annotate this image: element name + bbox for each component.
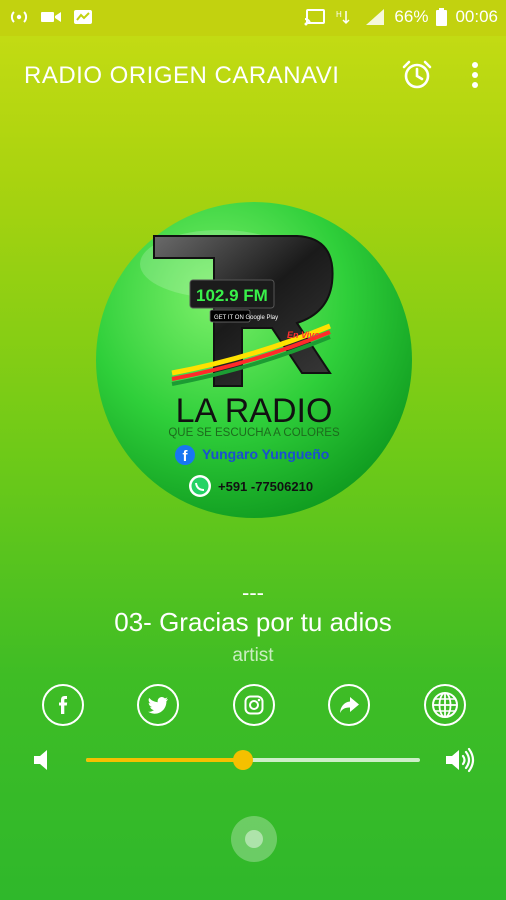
battery-percent: 66% (394, 7, 429, 26)
svg-text:H: H (336, 10, 342, 19)
track-title: 03- Gracias por tu adios (114, 607, 392, 637)
volume-slider[interactable] (86, 750, 420, 770)
app-title: RADIO ORIGEN CARANAVI (24, 62, 340, 89)
tagline-text: QUE SE ESCUCHA A COLORES (168, 427, 340, 439)
overflow-menu-icon (472, 62, 478, 88)
twitter-icon (148, 697, 168, 714)
volume-low-icon (34, 750, 47, 770)
play-button[interactable] (231, 816, 277, 862)
share-icon (340, 697, 359, 713)
player-status: --- (242, 580, 264, 605)
battery-icon (436, 8, 448, 26)
share-button[interactable] (328, 684, 370, 726)
brand-text: LA RADIO (176, 392, 333, 430)
volume-high-icon (446, 747, 475, 773)
status-bar: H 66% 00:06 (0, 0, 506, 36)
volume-slider-thumb[interactable] (232, 750, 253, 770)
website-button[interactable] (424, 684, 466, 726)
volume-max-button[interactable] (444, 746, 478, 774)
data-icon: H (336, 10, 350, 25)
app-bar: RADIO ORIGEN CARANAVI (0, 36, 506, 116)
alarm-button[interactable] (400, 58, 434, 92)
logo-graphic: 102.9 FM GET IT ON Google Play En Vivo L… (96, 202, 412, 518)
social-links (0, 684, 506, 730)
video-icon (41, 12, 61, 22)
alarm-icon (402, 60, 432, 89)
website-icon (432, 692, 458, 718)
frequency-text: 102.9 FM (196, 286, 268, 305)
instagram-button[interactable] (233, 684, 275, 726)
wireless-icon (10, 11, 28, 23)
live-badge: En Vivo (287, 330, 320, 340)
instagram-icon (244, 695, 264, 715)
facebook-button[interactable] (42, 684, 84, 726)
cast-icon (304, 9, 326, 26)
twitter-button[interactable] (137, 684, 179, 726)
track-artist: artist (232, 645, 274, 666)
volume-slider-fill (86, 758, 243, 762)
volume-mute-button[interactable] (32, 746, 54, 774)
facebook-text: Yungaro Yungueño (202, 446, 329, 462)
clock: 00:06 (455, 7, 498, 26)
whatsapp-text: +591 -77506210 (218, 479, 313, 494)
station-logo: 102.9 FM GET IT ON Google Play En Vivo L… (92, 198, 416, 522)
overflow-menu-button[interactable] (460, 58, 490, 92)
signal-icon (366, 9, 385, 25)
facebook-icon (59, 696, 68, 714)
store-badge: GET IT ON Google Play (214, 315, 278, 321)
image-icon (74, 10, 92, 24)
play-indicator-icon (245, 830, 263, 848)
